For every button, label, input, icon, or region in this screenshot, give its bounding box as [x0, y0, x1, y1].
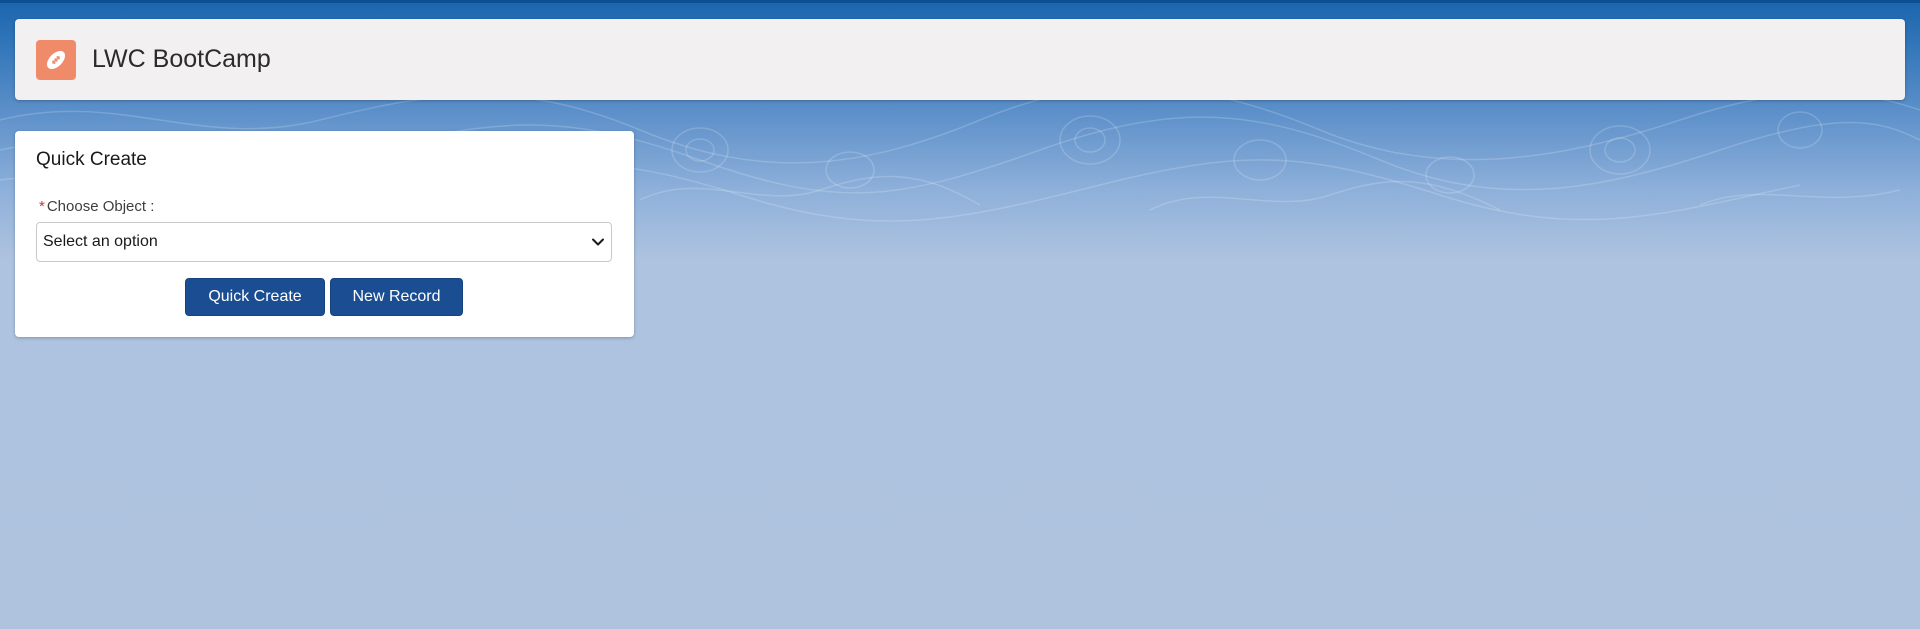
quick-create-button[interactable]: Quick Create: [185, 278, 325, 316]
quick-create-card: Quick Create * Choose Object : Select an …: [15, 131, 634, 337]
choose-object-select[interactable]: Select an option: [36, 222, 612, 262]
quick-create-title: Quick Create: [36, 149, 147, 170]
new-record-button[interactable]: New Record: [330, 278, 463, 316]
choose-object-label: * Choose Object :: [39, 198, 154, 215]
app-title: LWC BootCamp: [92, 45, 271, 73]
app-header: LWC BootCamp: [15, 19, 1905, 100]
required-marker: *: [39, 198, 45, 215]
choose-object-select-value: Select an option: [43, 233, 158, 250]
football-icon: [36, 39, 76, 80]
choose-object-label-text: Choose Object :: [46, 198, 155, 215]
chevron-down-icon: [592, 238, 604, 246]
